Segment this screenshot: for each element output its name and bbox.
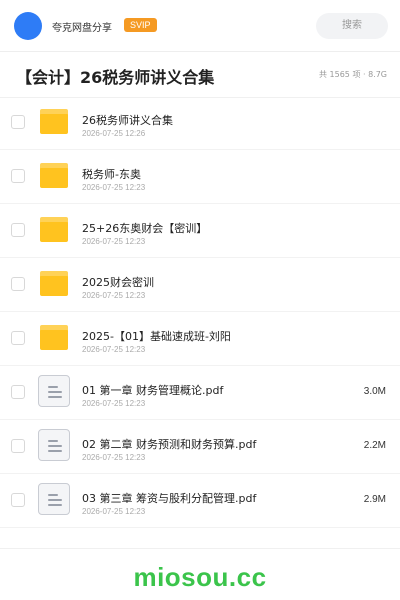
row-checkbox[interactable] [11,385,25,399]
item-size: 3.0M [363,386,386,397]
uploader-name[interactable]: 夸克网盘分享 [52,19,112,34]
document-icon [38,429,70,461]
row-checkbox[interactable] [11,493,25,507]
list-item[interactable]: 01 第一章 财务管理概论.pdf 2026-07-25 12:23 3.0M [0,366,400,420]
item-date: 2026-07-25 12:26 [82,129,146,138]
item-name[interactable]: 2025财会密训 [82,274,154,290]
list-item[interactable]: 25+26东奥财会【密训】 2026-07-25 12:23 [0,204,400,258]
item-name[interactable]: 25+26东奥财会【密训】 [82,220,207,236]
item-date: 2026-07-25 12:23 [82,237,146,246]
item-name[interactable]: 03 第三章 筹资与股利分配管理.pdf [82,490,256,506]
item-date: 2026-07-25 12:23 [82,507,146,516]
item-date: 2026-07-25 12:23 [82,399,146,408]
document-icon [38,375,70,407]
item-name[interactable]: 税务师-东奥 [82,166,141,182]
item-name[interactable]: 2025-【01】基础速成班-刘阳 [82,328,231,344]
item-date: 2026-07-25 12:23 [82,453,146,462]
row-checkbox[interactable] [11,223,25,237]
search-input[interactable]: 搜索 [316,13,388,39]
item-size: 2.2M [363,440,386,451]
list-item[interactable]: 税务师-东奥 2026-07-25 12:23 [0,150,400,204]
page-title: 【会计】26税务师讲义合集 [16,68,215,87]
list-item[interactable]: 26税务师讲义合集 2026-07-25 12:26 [0,96,400,150]
list-item[interactable]: 03 第三章 筹资与股利分配管理.pdf 2026-07-25 12:23 2.… [0,474,400,528]
row-checkbox[interactable] [11,115,25,129]
row-checkbox[interactable] [11,169,25,183]
item-name[interactable]: 02 第二章 财务预测和财务预算.pdf [82,436,256,452]
list-item[interactable]: 2025-【01】基础速成班-刘阳 2026-07-25 12:23 [0,312,400,366]
row-checkbox[interactable] [11,331,25,345]
folder-icon [40,271,68,296]
item-name[interactable]: 01 第一章 财务管理概论.pdf [82,382,223,398]
folder-icon [40,163,68,188]
row-checkbox[interactable] [11,439,25,453]
document-icon [38,483,70,515]
top-bar: 夸克网盘分享 SVIP 搜索 [0,0,400,52]
share-meta: 共 1565 项 · 8.7G [319,70,387,79]
site-watermark: miosou.cc [133,562,267,592]
folder-icon [40,109,68,134]
item-date: 2026-07-25 12:23 [82,345,146,354]
folder-icon [40,325,68,350]
item-date: 2026-07-25 12:23 [82,291,146,300]
list-item[interactable]: 02 第二章 财务预测和财务预算.pdf 2026-07-25 12:23 2.… [0,420,400,474]
list-item[interactable]: 2025财会密训 2026-07-25 12:23 [0,258,400,312]
folder-icon [40,217,68,242]
item-date: 2026-07-25 12:23 [82,183,146,192]
avatar[interactable] [14,12,42,40]
item-size: 2.9M [363,494,386,505]
item-name[interactable]: 26税务师讲义合集 [82,112,173,128]
svip-badge: SVIP [124,18,157,32]
row-checkbox[interactable] [11,277,25,291]
divider [0,548,400,549]
file-list: 26税务师讲义合集 2026-07-25 12:26 税务师-东奥 2026-0… [0,96,400,528]
share-title-row: 【会计】26税务师讲义合集 共 1565 项 · 8.7G [0,52,400,98]
